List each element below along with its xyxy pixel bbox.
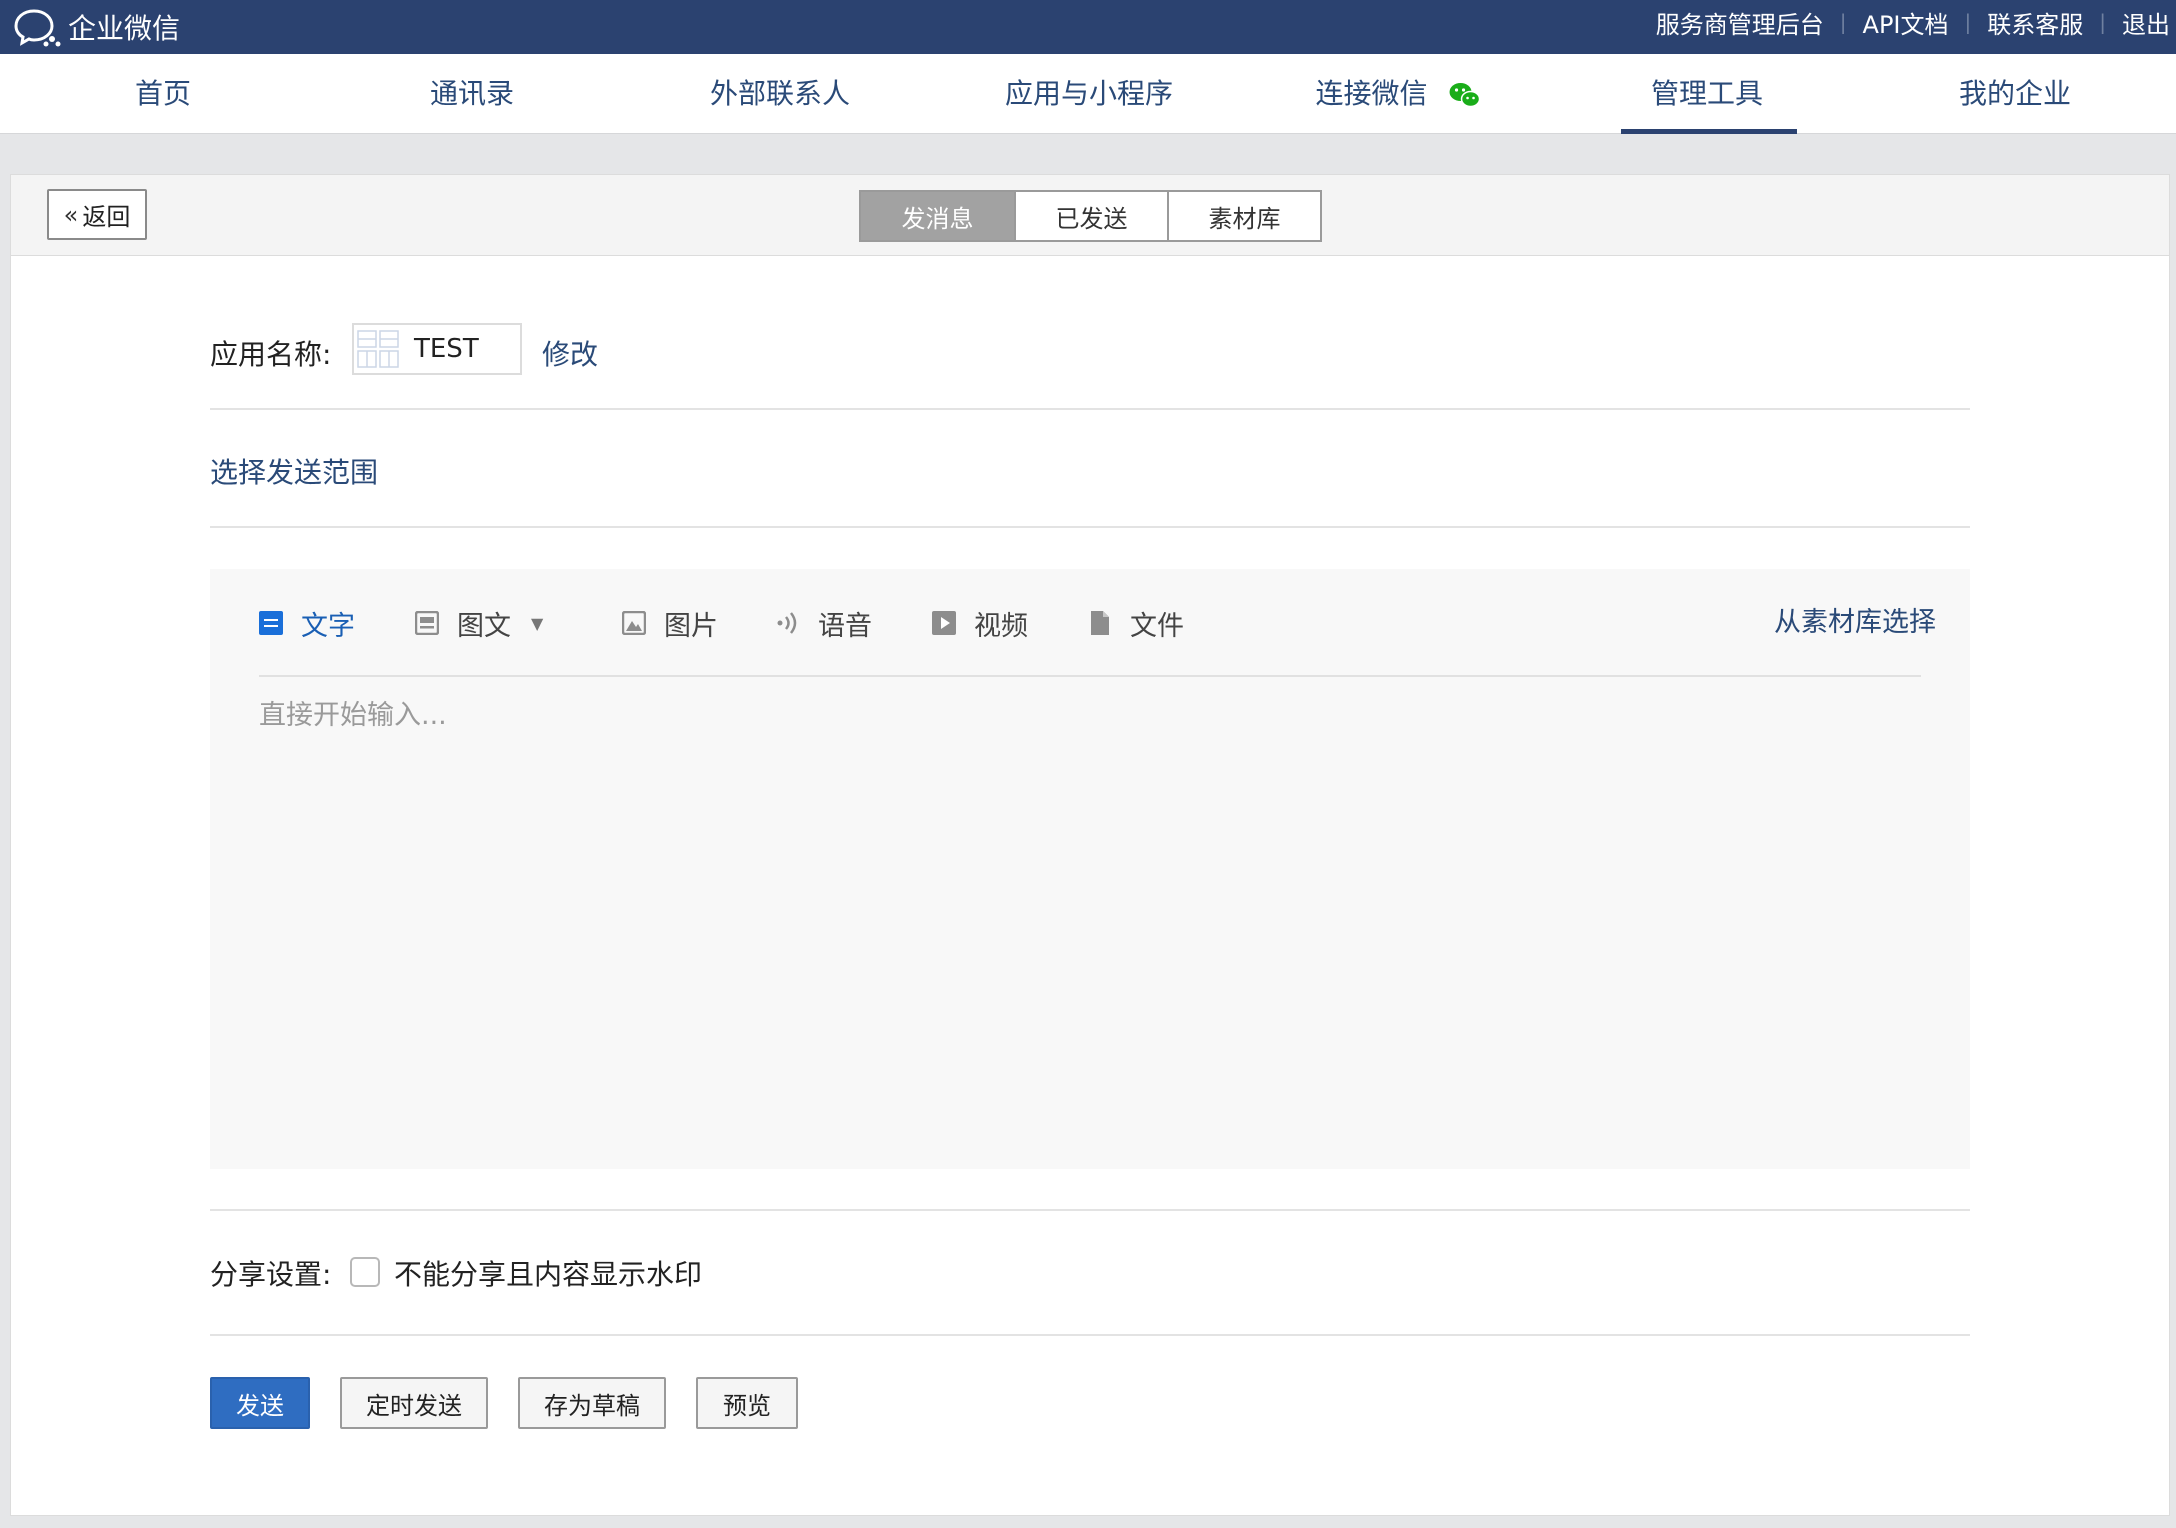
- send-button[interactable]: 发送: [210, 1377, 310, 1429]
- editor-tab-image-label: 图片: [664, 610, 718, 642]
- back-label: 返回: [82, 203, 131, 231]
- editor-tab-video-label: 视频: [974, 610, 1028, 642]
- save-draft-button[interactable]: 存为草稿: [518, 1377, 666, 1429]
- app-selector: TEST: [352, 323, 522, 375]
- news-icon: [415, 611, 439, 635]
- select-scope-link[interactable]: 选择发送范围: [210, 451, 378, 491]
- separator: |: [1964, 10, 1972, 34]
- tab-send-message[interactable]: 发消息: [861, 192, 1014, 240]
- nav-contacts[interactable]: 通讯录: [430, 54, 514, 134]
- nav-home[interactable]: 首页: [135, 54, 191, 134]
- divider: [210, 1209, 1970, 1211]
- message-editor: 文字 图文 ▼ 图片 语音 视频 文件 从素材库选择 直接开始输入...: [210, 569, 1970, 1169]
- nav-connect-wechat-label: 连接微信: [1315, 77, 1428, 110]
- brand[interactable]: 企业微信: [12, 6, 180, 48]
- editor-tab-image[interactable]: 图片: [622, 603, 718, 643]
- nav-apps[interactable]: 应用与小程序: [1005, 54, 1173, 134]
- top-links: 服务商管理后台 | API文档 | 联系客服 | 退出: [1656, 0, 2176, 44]
- contact-support-link[interactable]: 联系客服: [1987, 5, 2083, 40]
- no-share-watermark-checkbox[interactable]: [350, 1257, 380, 1287]
- select-from-library-link[interactable]: 从素材库选择: [1774, 603, 1936, 643]
- nav-connect-wechat[interactable]: 连接微信: [1316, 54, 1481, 134]
- divider: [210, 1334, 1970, 1336]
- editor-tab-voice[interactable]: 语音: [776, 603, 872, 643]
- editor-divider: [259, 675, 1921, 677]
- divider: [210, 526, 1970, 528]
- main-nav: 首页 通讯录 外部联系人 应用与小程序 连接微信 管理工具 我的企业: [0, 54, 2176, 134]
- caret-down-icon: ▼: [531, 613, 544, 633]
- preview-button[interactable]: 预览: [696, 1377, 798, 1429]
- image-icon: [622, 611, 646, 635]
- editor-tab-text-label: 文字: [301, 610, 355, 642]
- wework-logo-icon: [14, 9, 61, 47]
- nav-management-tools[interactable]: 管理工具: [1620, 54, 1798, 134]
- message-tabs: 发消息 已发送 素材库: [859, 190, 1322, 242]
- no-share-watermark-label[interactable]: 不能分享且内容显示水印: [394, 1253, 702, 1293]
- back-button[interactable]: « 返回: [47, 189, 147, 240]
- brand-name: 企业微信: [68, 12, 181, 45]
- editor-tab-news[interactable]: 图文 ▼: [415, 603, 543, 643]
- schedule-send-button[interactable]: 定时发送: [340, 1377, 488, 1429]
- app-name-value: TEST: [414, 334, 479, 364]
- editor-tab-file[interactable]: 文件: [1088, 603, 1184, 643]
- double-chevron-left-icon: «: [63, 200, 79, 229]
- separator: |: [1839, 10, 1847, 34]
- editor-tab-video[interactable]: 视频: [932, 603, 1028, 643]
- tab-material-library[interactable]: 素材库: [1167, 192, 1320, 240]
- divider: [210, 408, 1970, 410]
- editor-tab-news-label: 图文: [457, 610, 511, 642]
- editor-tab-voice-label: 语音: [818, 610, 872, 642]
- nav-external-contacts[interactable]: 外部联系人: [710, 54, 850, 134]
- video-icon: [932, 611, 956, 635]
- panel-header: « 返回 发消息 已发送 素材库: [11, 175, 2169, 256]
- tab-sent[interactable]: 已发送: [1014, 192, 1167, 240]
- app-logo-icon: [356, 329, 400, 369]
- logout-link[interactable]: 退出: [2122, 5, 2170, 40]
- message-panel: « 返回 发消息 已发送 素材库 应用名称: TEST 修改 选择发送范围 文字…: [10, 174, 2170, 1516]
- message-text-input[interactable]: [259, 693, 1921, 1133]
- wechat-icon: [1449, 83, 1481, 108]
- file-icon: [1091, 611, 1109, 635]
- provider-admin-link[interactable]: 服务商管理后台: [1656, 5, 1824, 40]
- nav-my-company[interactable]: 我的企业: [1959, 54, 2071, 134]
- app-name-label: 应用名称:: [210, 338, 332, 371]
- api-docs-link[interactable]: API文档: [1863, 5, 1949, 40]
- modify-app-link[interactable]: 修改: [542, 333, 598, 373]
- editor-tab-text[interactable]: 文字: [259, 603, 355, 643]
- text-icon: [259, 611, 283, 635]
- separator: |: [2099, 10, 2106, 34]
- voice-icon: [777, 612, 797, 634]
- editor-tab-file-label: 文件: [1130, 610, 1184, 642]
- top-bar: 企业微信 服务商管理后台 | API文档 | 联系客服 | 退出: [0, 0, 2176, 54]
- share-settings-label: 分享设置:: [210, 1258, 332, 1291]
